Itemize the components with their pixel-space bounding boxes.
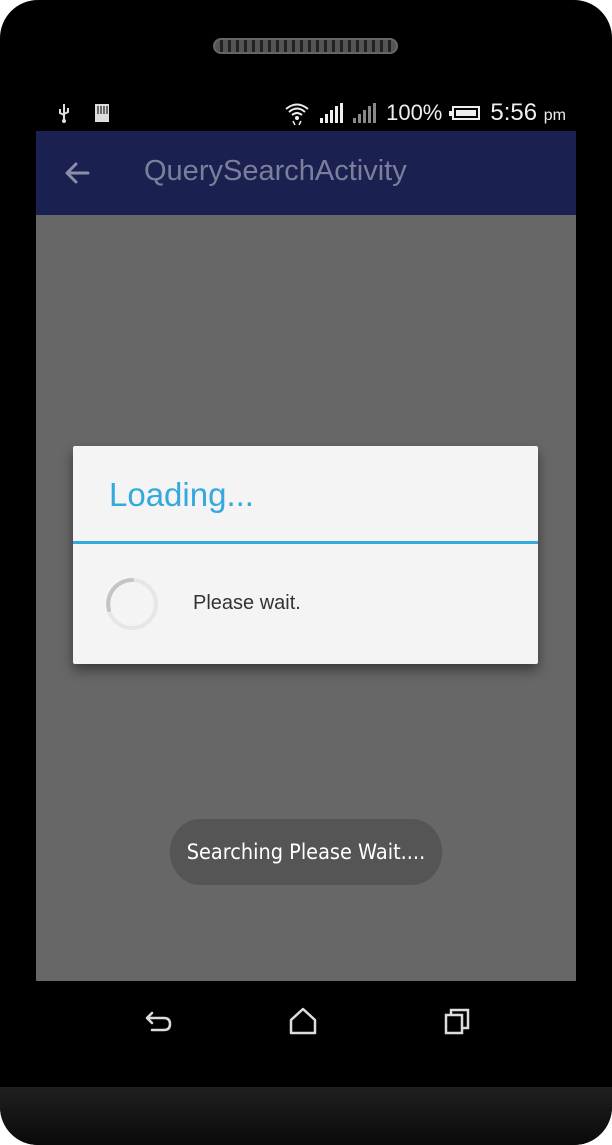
dialog-divider [73,541,538,544]
clock-time: 5:56 [490,99,538,126]
signal-icon [320,103,344,123]
recents-nav-icon[interactable] [439,1003,475,1039]
battery-icon [449,106,481,120]
bottom-bezel [0,1087,612,1145]
loading-dialog: Loading... Please wait. [73,446,538,664]
app-screen: QuerySearchActivity Loading... Please wa… [36,131,576,981]
progress-spinner-icon [106,578,158,630]
phone-frame: 100% 5:56 pm QuerySearchActivity Loading… [0,0,612,1145]
app-bar: QuerySearchActivity [36,131,576,215]
wifi-icon [285,103,309,125]
toast-message: Searching Please Wait.... [169,819,443,885]
back-nav-icon[interactable] [140,1003,176,1039]
speaker-grille [213,38,398,54]
dialog-title: Loading... [109,476,254,513]
battery-percent: 100% [386,100,443,125]
status-left-icons [56,99,112,124]
home-nav-icon[interactable] [285,1003,321,1039]
dialog-message: Please wait. [193,592,301,614]
status-bar: 100% 5:56 pm [36,95,576,131]
signal-secondary-icon [353,103,377,123]
navigation-bar [36,981,576,1061]
back-arrow-icon[interactable] [58,153,98,193]
usb-icon [59,103,69,123]
app-title: QuerySearchActivity [144,155,407,187]
clock-suffix: pm [543,107,566,124]
status-clock: 5:56 pm [490,99,566,127]
status-right-icons: 100% 5:56 pm [284,99,566,127]
sd-card-icon [95,103,110,122]
